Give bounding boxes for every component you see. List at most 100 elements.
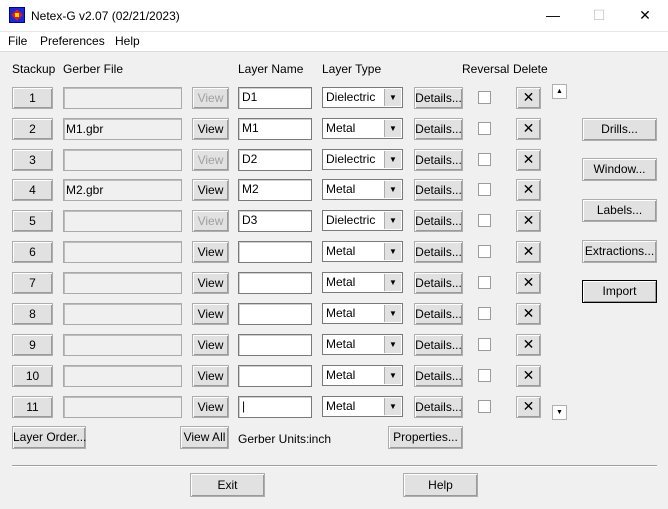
dropdown-arrow-icon[interactable]: ▼ xyxy=(384,151,401,168)
details-button[interactable]: Details... xyxy=(414,179,463,201)
details-button[interactable]: Details... xyxy=(414,396,463,418)
reversal-checkbox[interactable] xyxy=(478,276,491,289)
dropdown-arrow-icon[interactable]: ▼ xyxy=(384,336,401,353)
close-button[interactable]: ✕ xyxy=(622,0,668,31)
details-button[interactable]: Details... xyxy=(414,303,463,325)
stackup-button[interactable]: 7 xyxy=(12,272,53,294)
window-button[interactable]: Window... xyxy=(582,158,657,181)
dropdown-arrow-icon[interactable]: ▼ xyxy=(384,89,401,106)
details-button[interactable]: Details... xyxy=(414,365,463,387)
minimize-button[interactable]: — xyxy=(530,0,576,31)
layer-name-input[interactable]: D3 xyxy=(238,210,312,232)
details-button[interactable]: Details... xyxy=(414,118,463,140)
dropdown-arrow-icon[interactable]: ▼ xyxy=(384,305,401,322)
reversal-checkbox[interactable] xyxy=(478,153,491,166)
view-button[interactable]: View xyxy=(192,396,229,418)
reversal-checkbox[interactable] xyxy=(478,214,491,227)
import-button[interactable]: Import xyxy=(582,280,657,303)
stackup-button[interactable]: 11 xyxy=(12,396,53,418)
menu-preferences[interactable]: Preferences xyxy=(40,34,105,48)
layer-name-input[interactable] xyxy=(238,272,312,294)
reversal-checkbox[interactable] xyxy=(478,338,491,351)
view-button[interactable]: View xyxy=(192,272,229,294)
stackup-button[interactable]: 6 xyxy=(12,241,53,263)
reversal-checkbox[interactable] xyxy=(478,307,491,320)
delete-button[interactable]: ✕ xyxy=(516,303,541,325)
details-button[interactable]: Details... xyxy=(414,210,463,232)
scroll-up-arrow[interactable]: ▲ xyxy=(552,84,567,99)
layer-name-input[interactable]: | xyxy=(238,396,312,418)
drills-button[interactable]: Drills... xyxy=(582,118,657,141)
delete-button[interactable]: ✕ xyxy=(516,334,541,356)
layer-type-select[interactable]: Metal ▼ xyxy=(322,272,403,293)
layer-type-select[interactable]: Metal ▼ xyxy=(322,241,403,262)
delete-button[interactable]: ✕ xyxy=(516,241,541,263)
stackup-button[interactable]: 5 xyxy=(12,210,53,232)
delete-button[interactable]: ✕ xyxy=(516,118,541,140)
dropdown-arrow-icon[interactable]: ▼ xyxy=(384,212,401,229)
view-button[interactable]: View xyxy=(192,118,229,140)
dropdown-arrow-icon[interactable]: ▼ xyxy=(384,398,401,415)
stackup-button[interactable]: 8 xyxy=(12,303,53,325)
reversal-checkbox[interactable] xyxy=(478,369,491,382)
reversal-checkbox[interactable] xyxy=(478,245,491,258)
delete-button[interactable]: ✕ xyxy=(516,87,541,109)
reversal-checkbox[interactable] xyxy=(478,122,491,135)
layer-name-input[interactable] xyxy=(238,303,312,325)
dropdown-arrow-icon[interactable]: ▼ xyxy=(384,181,401,198)
details-button[interactable]: Details... xyxy=(414,334,463,356)
layer-type-select[interactable]: Metal ▼ xyxy=(322,303,403,324)
layer-type-select[interactable]: Dielectric ▼ xyxy=(322,87,403,108)
menu-file[interactable]: File xyxy=(8,34,27,48)
layer-name-input[interactable] xyxy=(238,241,312,263)
layer-order-button[interactable]: Layer Order... xyxy=(12,426,86,449)
dropdown-arrow-icon[interactable]: ▼ xyxy=(384,243,401,260)
layer-name-input[interactable] xyxy=(238,334,312,356)
layer-type-select[interactable]: Dielectric ▼ xyxy=(322,210,403,231)
delete-button[interactable]: ✕ xyxy=(516,396,541,418)
stackup-button[interactable]: 2 xyxy=(12,118,53,140)
exit-button[interactable]: Exit xyxy=(190,473,265,497)
view-button[interactable]: View xyxy=(192,365,229,387)
layer-name-input[interactable]: M1 xyxy=(238,118,312,140)
layer-type-select[interactable]: Metal ▼ xyxy=(322,396,403,417)
extractions-button[interactable]: Extractions... xyxy=(582,240,657,263)
dropdown-arrow-icon[interactable]: ▼ xyxy=(384,367,401,384)
layer-name-input[interactable] xyxy=(238,365,312,387)
stackup-button[interactable]: 3 xyxy=(12,149,53,171)
layer-type-select[interactable]: Metal ▼ xyxy=(322,179,403,200)
view-button[interactable]: View xyxy=(192,334,229,356)
layer-name-input[interactable]: D1 xyxy=(238,87,312,109)
view-all-button[interactable]: View All xyxy=(180,426,229,449)
details-button[interactable]: Details... xyxy=(414,241,463,263)
labels-button[interactable]: Labels... xyxy=(582,199,657,222)
scroll-down-arrow[interactable]: ▼ xyxy=(552,405,567,420)
layer-type-select[interactable]: Metal ▼ xyxy=(322,365,403,386)
stackup-button[interactable]: 1 xyxy=(12,87,53,109)
layer-type-select[interactable]: Dielectric ▼ xyxy=(322,149,403,170)
delete-button[interactable]: ✕ xyxy=(516,179,541,201)
stackup-button[interactable]: 9 xyxy=(12,334,53,356)
details-button[interactable]: Details... xyxy=(414,87,463,109)
stackup-button[interactable]: 4 xyxy=(12,179,53,201)
properties-button[interactable]: Properties... xyxy=(388,426,463,449)
dropdown-arrow-icon[interactable]: ▼ xyxy=(384,120,401,137)
delete-button[interactable]: ✕ xyxy=(516,272,541,294)
stackup-button[interactable]: 10 xyxy=(12,365,53,387)
layer-type-select[interactable]: Metal ▼ xyxy=(322,118,403,139)
details-button[interactable]: Details... xyxy=(414,149,463,171)
details-button[interactable]: Details... xyxy=(414,272,463,294)
layer-name-input[interactable]: M2 xyxy=(238,179,312,201)
menu-help[interactable]: Help xyxy=(115,34,140,48)
delete-button[interactable]: ✕ xyxy=(516,149,541,171)
reversal-checkbox[interactable] xyxy=(478,400,491,413)
layer-scrollbar[interactable]: ▲ ▼ xyxy=(551,84,568,421)
reversal-checkbox[interactable] xyxy=(478,91,491,104)
layer-type-select[interactable]: Metal ▼ xyxy=(322,334,403,355)
delete-button[interactable]: ✕ xyxy=(516,210,541,232)
dropdown-arrow-icon[interactable]: ▼ xyxy=(384,274,401,291)
view-button[interactable]: View xyxy=(192,303,229,325)
layer-name-input[interactable]: D2 xyxy=(238,149,312,171)
view-button[interactable]: View xyxy=(192,179,229,201)
delete-button[interactable]: ✕ xyxy=(516,365,541,387)
